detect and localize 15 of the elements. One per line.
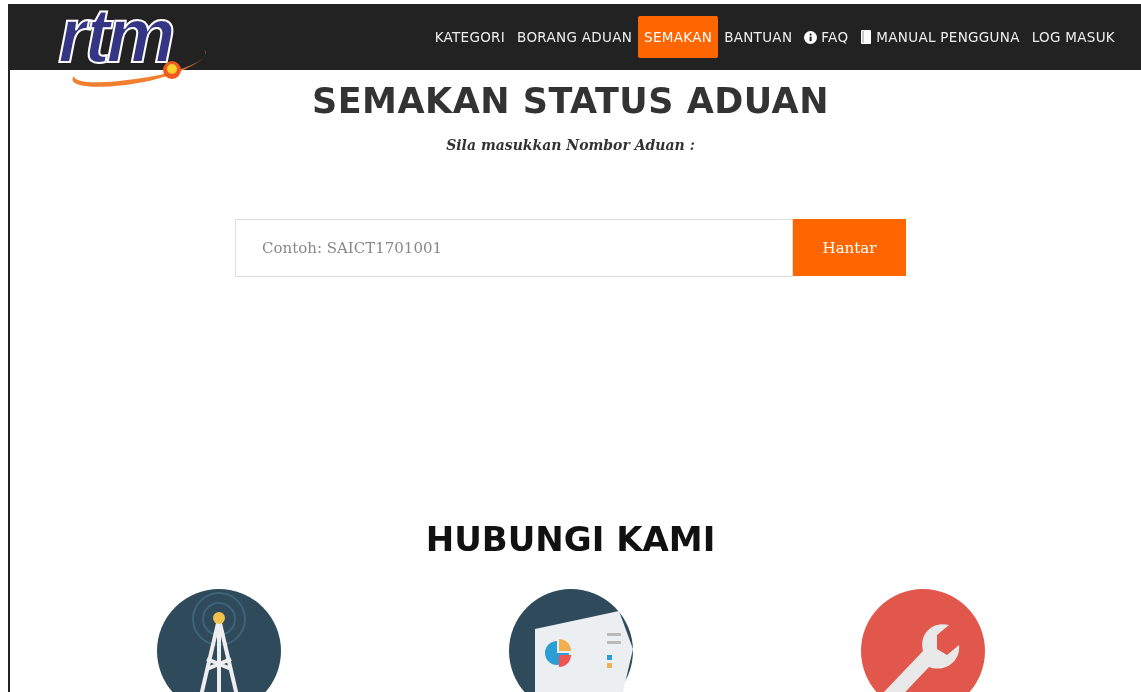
nav-link[interactable]: FAQ (798, 16, 855, 58)
book-icon (860, 30, 873, 44)
contact-heading: HUBUNGI KAMI (425, 519, 716, 559)
wrench-icon (860, 589, 985, 692)
nav-link[interactable]: BANTUAN (718, 16, 799, 58)
nav-link[interactable]: KATEGORI (428, 16, 512, 58)
page-heading: SEMAKAN STATUS ADUAN (312, 81, 829, 121)
radio-tower-icon (156, 589, 281, 692)
prompt-text: Sila masukkan Nombor Aduan : (446, 137, 695, 153)
nav-link[interactable]: BORANG ADUAN (511, 16, 639, 58)
complaint-number-field[interactable]: Contoh: SAICT1701001 (235, 219, 793, 277)
nav-link[interactable]: MANUAL PENGGUNA (854, 16, 1026, 58)
nav-link[interactable]: LOG MASUK (1025, 16, 1121, 58)
info-icon (804, 30, 818, 44)
presentation-icon (508, 589, 633, 692)
